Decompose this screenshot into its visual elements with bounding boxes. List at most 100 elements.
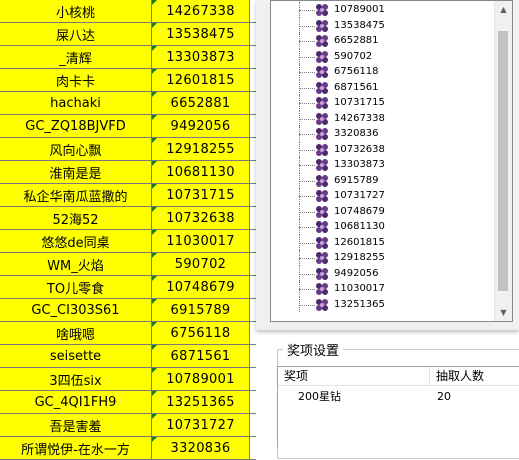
id-cell[interactable]: 10731715	[152, 184, 250, 207]
list-item[interactable]: 6871561	[271, 79, 495, 95]
list-item[interactable]: 6756118	[271, 64, 495, 80]
name-cell[interactable]: 吾是害羞	[0, 414, 152, 437]
list-item[interactable]: 6652881	[271, 33, 495, 49]
name-cell[interactable]: 所谓悦伊-在水一方	[0, 437, 152, 460]
name-cell[interactable]: hachaki	[0, 92, 152, 115]
id-cell[interactable]: 13251365	[152, 391, 250, 414]
list-item[interactable]: 12601815	[271, 234, 495, 250]
sheet-row: hachaki 6652881	[0, 92, 256, 115]
node-icon	[315, 81, 329, 95]
id-cell[interactable]: 12918255	[152, 138, 250, 161]
node-icon	[315, 3, 329, 17]
name-cell[interactable]: 小核桃	[0, 0, 152, 23]
list-item[interactable]: 13538475	[271, 17, 495, 33]
list-item[interactable]: 13251365	[271, 296, 495, 312]
node-icon	[315, 189, 329, 203]
name-cell[interactable]: GC_CI303S61	[0, 299, 152, 322]
scroll-down-button[interactable]: ▼	[495, 304, 512, 321]
name-cell[interactable]: 屎八达	[0, 23, 152, 46]
id-cell[interactable]: 6915789	[152, 299, 250, 322]
name-cell[interactable]: GC_4QI1FH9	[0, 391, 152, 414]
list-item[interactable]: 590702	[271, 48, 495, 64]
name-cell[interactable]: 52海52	[0, 207, 152, 230]
sheet-row: TO儿零食 10748679	[0, 276, 256, 299]
name-cell[interactable]: 3四伍six	[0, 368, 152, 391]
column-header-item[interactable]: 奖项	[278, 367, 430, 386]
list-item-label: 13303873	[334, 159, 385, 170]
list-item[interactable]: 3320836	[271, 126, 495, 142]
scroll-thumb[interactable]	[498, 31, 508, 291]
name-cell[interactable]: 啥哦嗯	[0, 322, 152, 345]
id-cell[interactable]: 6756118	[152, 322, 250, 345]
list-item[interactable]: 6915789	[271, 172, 495, 188]
id-cell[interactable]: 9492056	[152, 115, 250, 138]
id-cell[interactable]: 10731727	[152, 414, 250, 437]
list-item[interactable]: 10681130	[271, 219, 495, 235]
prize-count-cell[interactable]: 20	[437, 388, 451, 406]
name-cell[interactable]: 淮南是是	[0, 161, 152, 184]
sheet-edge	[250, 368, 256, 391]
id-cell[interactable]: 10748679	[152, 276, 250, 299]
sheet-row: 小核桃 14267338	[0, 0, 256, 23]
list-item-label: 14267338	[334, 112, 385, 124]
name-cell[interactable]: seisette	[0, 345, 152, 368]
node-icon	[315, 96, 329, 110]
name-cell[interactable]: 私企华南瓜蓝撒的	[0, 184, 152, 207]
node-icon	[315, 251, 329, 265]
id-cell[interactable]: 10732638	[152, 207, 250, 230]
list-item[interactable]: 9492056	[271, 265, 495, 281]
id-cell[interactable]: 12601815	[152, 69, 250, 92]
list-item-label: 10731727	[334, 190, 385, 201]
node-icon	[315, 205, 329, 219]
list-item[interactable]: 13303873	[271, 157, 495, 173]
spreadsheet: 小核桃 14267338 屎八达 13538475 _清辉 13303873 肉卡卡 1260…	[0, 0, 256, 460]
id-cell[interactable]: 6652881	[152, 92, 250, 115]
tree-connector	[299, 273, 315, 275]
list-item[interactable]: 10789001	[271, 2, 495, 18]
tree-connector	[299, 149, 315, 151]
list-item[interactable]: 10748679	[271, 203, 495, 219]
scroll-up-button[interactable]: ▲	[495, 1, 512, 18]
name-cell[interactable]: TO儿零食	[0, 276, 152, 299]
vertical-scrollbar[interactable]: ▲ ▼	[494, 1, 512, 321]
id-cell[interactable]: 3320836	[152, 437, 250, 460]
list-item-label: 6756118	[334, 66, 379, 77]
list-item[interactable]: 14267338	[271, 110, 495, 126]
id-cell[interactable]: 11030017	[152, 230, 250, 253]
name-cell[interactable]: GC_ZQ18BJVFD	[0, 115, 152, 138]
prize-grid[interactable]: 奖项 抽取人数 200星钻 20	[277, 366, 519, 447]
id-cell[interactable]: 13538475	[152, 23, 250, 46]
node-icon	[315, 174, 329, 188]
id-cell[interactable]: 590702	[152, 253, 250, 276]
list-item-label: 13251365	[334, 298, 385, 310]
name-cell[interactable]: WM_火焰	[0, 253, 152, 276]
id-cell[interactable]: 14267338	[152, 0, 250, 23]
name-cell[interactable]: _清辉	[0, 46, 152, 69]
tree-connector	[299, 72, 315, 73]
id-cell[interactable]: 10681130	[152, 161, 250, 184]
sheet-row: 私企华南瓜蓝撒的 10731715	[0, 184, 256, 207]
sheet-row: 悠悠de同桌 11030017	[0, 230, 256, 253]
name-cell[interactable]: 悠悠de同桌	[0, 230, 152, 253]
node-icon	[315, 220, 329, 234]
list-item[interactable]: 12918255	[271, 250, 495, 266]
tree-connector	[299, 242, 315, 244]
column-header-count[interactable]: 抽取人数	[430, 367, 519, 386]
node-icon	[315, 19, 329, 33]
list-item-label: 12918255	[334, 252, 385, 263]
node-icon	[315, 34, 329, 48]
list-item[interactable]: 10731715	[271, 95, 495, 111]
name-cell[interactable]: 肉卡卡	[0, 69, 152, 92]
id-cell[interactable]: 6871561	[152, 345, 250, 368]
node-icon	[315, 282, 329, 296]
list-item[interactable]: 10731727	[271, 188, 495, 204]
id-cell[interactable]: 13303873	[152, 46, 250, 69]
name-cell[interactable]: 风向心飘	[0, 138, 152, 161]
list-item-label: 6652881	[334, 35, 379, 46]
list-item[interactable]: 10732638	[271, 141, 495, 157]
prize-item-cell[interactable]: 200星钻	[298, 388, 341, 406]
id-cell[interactable]: 10789001	[152, 368, 250, 391]
id-list-box[interactable]: 10789001 13538475 6652881 590702 6756118 6871…	[270, 0, 513, 322]
list-item[interactable]: 11030017	[271, 281, 495, 297]
sheet-row: 风向心飘 12918255	[0, 138, 256, 161]
